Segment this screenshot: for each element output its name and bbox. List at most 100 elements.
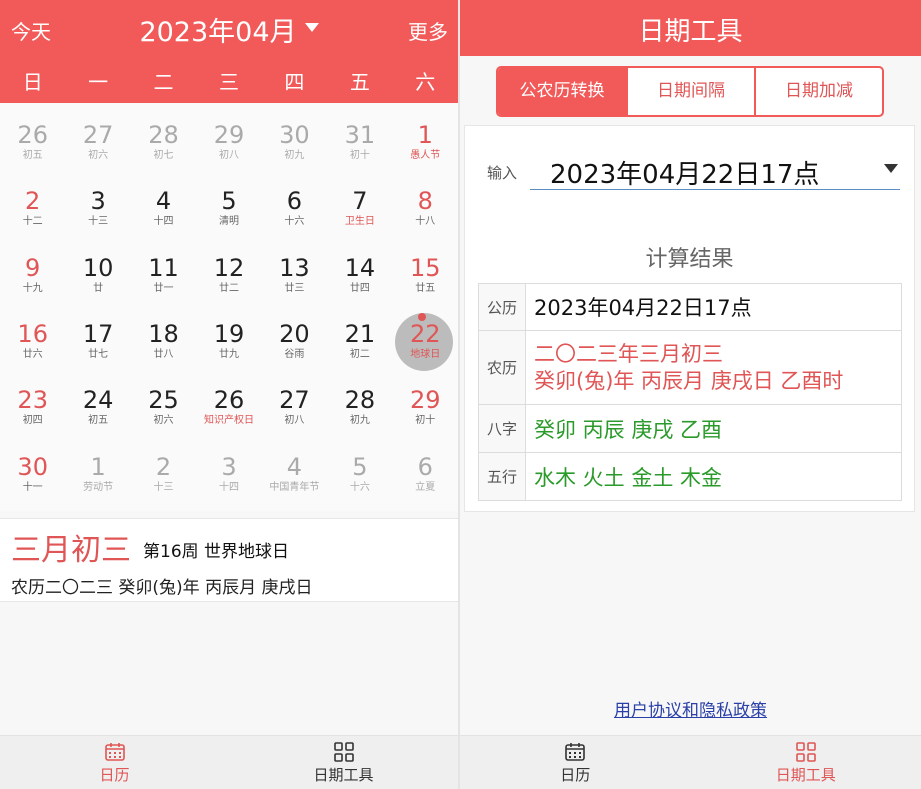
day-lunar-label: 十四 — [153, 216, 174, 228]
day-number: 28 — [148, 121, 179, 149]
day-cell[interactable]: 4 中国青年节 — [262, 435, 327, 501]
day-cell[interactable]: 21 初二 — [327, 302, 392, 368]
day-cell[interactable]: 31 初十 — [327, 103, 392, 169]
day-lunar-label: 立夏 — [415, 481, 436, 493]
day-lunar-label: 廿 — [93, 282, 104, 294]
tab-date-interval[interactable]: 日期间隔 — [626, 68, 754, 115]
day-cell[interactable]: 10 廿 — [65, 236, 130, 302]
day-number: 9 — [25, 253, 41, 282]
day-cell[interactable]: 12 廿二 — [196, 236, 261, 302]
day-number: 1 — [417, 121, 433, 149]
day-lunar-label: 十一 — [22, 481, 43, 493]
day-cell[interactable]: 19 廿九 — [196, 302, 261, 368]
day-number: 7 — [352, 187, 368, 216]
day-cell[interactable]: 13 廿三 — [262, 236, 327, 302]
calendar-icon — [104, 743, 125, 761]
day-cell[interactable]: 27 初八 — [262, 368, 327, 434]
day-number: 18 — [148, 319, 179, 348]
event-dot — [417, 312, 426, 321]
calendar-grid: 26 初五 27 初六 28 初七 29 初八 30 初九 31 初十 1 愚人节 2 十二 3 十三 4 十四 5 清明… — [0, 103, 458, 511]
day-cell[interactable]: 5 清明 — [196, 169, 261, 235]
day-cell[interactable]: 28 初九 — [327, 368, 392, 434]
day-number: 26 — [213, 386, 245, 415]
dropdown-arrow-icon — [884, 164, 898, 173]
tab-date-tools[interactable]: 日期工具 — [229, 736, 458, 789]
bottom-tab-bar: 日历 日期工具 — [460, 735, 921, 789]
day-cell[interactable]: 20 谷雨 — [262, 302, 327, 368]
tab-date-add-subtract[interactable]: 日期加减 — [754, 68, 882, 115]
day-cell[interactable]: 2 十二 — [0, 169, 65, 235]
day-lunar-label: 十六 — [349, 481, 370, 493]
tab-label: 日期工具 — [313, 766, 374, 784]
day-number: 6 — [286, 187, 303, 216]
day-cell[interactable]: 18 廿八 — [131, 302, 196, 368]
calendar-screen: 今天 2023年04月 更多 日 一 二 三 四 五 六 26 初五 27 初六 28 初… — [0, 0, 458, 789]
day-cell[interactable]: 6 十六 — [262, 169, 327, 235]
day-cell[interactable]: 16 廿六 — [0, 302, 65, 368]
day-cell[interactable]: 8 十八 — [393, 169, 458, 235]
day-cell[interactable]: 6 立夏 — [393, 435, 458, 501]
day-cell[interactable]: 24 初五 — [65, 368, 130, 434]
tab-lunar-conversion[interactable]: 公农历转换 — [498, 68, 626, 115]
day-lunar-label: 十二 — [22, 216, 43, 228]
day-cell[interactable]: 14 廿四 — [327, 236, 392, 302]
day-cell[interactable]: 30 十一 — [0, 435, 65, 501]
lunar-date-title: 三月初三 — [11, 533, 131, 568]
day-cell[interactable]: 15 廿五 — [393, 236, 458, 302]
day-cell[interactable]: 27 初六 — [65, 103, 130, 169]
day-cell[interactable]: 9 十九 — [0, 236, 65, 302]
day-lunar-label: 初十 — [349, 150, 370, 161]
day-lunar-label: 廿四 — [349, 282, 370, 294]
day-cell[interactable]: 29 初十 — [393, 368, 458, 434]
grid-icon — [795, 742, 816, 762]
day-cell[interactable]: 2 十三 — [131, 435, 196, 501]
day-lunar-label: 廿一 — [153, 282, 174, 294]
privacy-policy-link[interactable]: 用户协议和隐私政策 — [460, 696, 921, 721]
tool-segmented-control: 公农历转换 日期间隔 日期加减 — [496, 66, 884, 117]
month-picker[interactable]: 2023年04月 — [0, 10, 458, 49]
day-cell[interactable]: 23 初四 — [0, 368, 65, 434]
day-cell[interactable]: 25 初六 — [131, 368, 196, 434]
day-cell[interactable]: 3 十四 — [196, 435, 261, 501]
day-lunar-label: 初十 — [415, 415, 436, 427]
day-number: 29 — [213, 121, 245, 149]
day-lunar-label: 十八 — [415, 216, 436, 228]
day-cell[interactable]: 4 十四 — [131, 169, 196, 235]
day-cell[interactable]: 3 十三 — [65, 169, 130, 235]
lunar-date-line: 二〇二三年三月初三 — [534, 341, 723, 366]
day-cell[interactable]: 26 初五 — [0, 103, 65, 169]
result-table: 公历 2023年04月22日17点 农历 二〇二三年三月初三 癸卯(兔)年 丙辰月… — [478, 283, 902, 501]
page-title: 日期工具 — [638, 17, 743, 47]
tab-label: 日期工具 — [775, 766, 836, 784]
date-input-dropdown[interactable]: 2023年04月22日17点 — [530, 152, 900, 190]
result-title: 计算结果 — [645, 247, 734, 272]
day-cell[interactable]: 28 初七 — [131, 103, 196, 169]
day-number: 27 — [279, 386, 310, 415]
day-cell[interactable]: 29 初八 — [196, 103, 261, 169]
day-lunar-label: 十四 — [218, 481, 239, 493]
day-number: 8 — [417, 187, 433, 216]
weekday-label: 三 — [218, 70, 239, 94]
weekday-label: 六 — [415, 70, 436, 94]
day-cell[interactable]: 26 知识产权日 — [196, 368, 261, 434]
selected-day-info: 三月初三 第16周 世界地球日 农历二〇二三 癸卯(兔)年 丙辰月 庚戌日 — [0, 518, 458, 602]
day-lunar-label: 初六 — [88, 150, 109, 161]
day-cell[interactable]: 30 初九 — [262, 103, 327, 169]
day-number: 6 — [417, 452, 433, 481]
day-cell[interactable]: 7 卫生日 — [327, 169, 392, 235]
day-cell[interactable]: 17 廿七 — [65, 302, 130, 368]
day-lunar-label: 谷雨 — [284, 348, 305, 360]
day-cell[interactable]: 5 十六 — [327, 435, 392, 501]
more-button[interactable]: 更多 — [408, 16, 448, 45]
day-cell-selected[interactable]: 22 地球日 — [393, 302, 458, 371]
day-cell[interactable]: 11 廿一 — [131, 236, 196, 302]
day-number: 25 — [148, 386, 179, 415]
day-cell[interactable]: 1 劳动节 — [65, 435, 130, 501]
input-label: 输入 — [487, 164, 518, 182]
tab-calendar[interactable]: 日历 — [0, 736, 229, 789]
tab-date-tools[interactable]: 日期工具 — [691, 736, 921, 789]
day-lunar-label: 初五 — [88, 415, 109, 427]
tab-calendar[interactable]: 日历 — [460, 736, 691, 789]
day-number: 31 — [344, 121, 376, 149]
day-cell[interactable]: 1 愚人节 — [393, 103, 458, 169]
